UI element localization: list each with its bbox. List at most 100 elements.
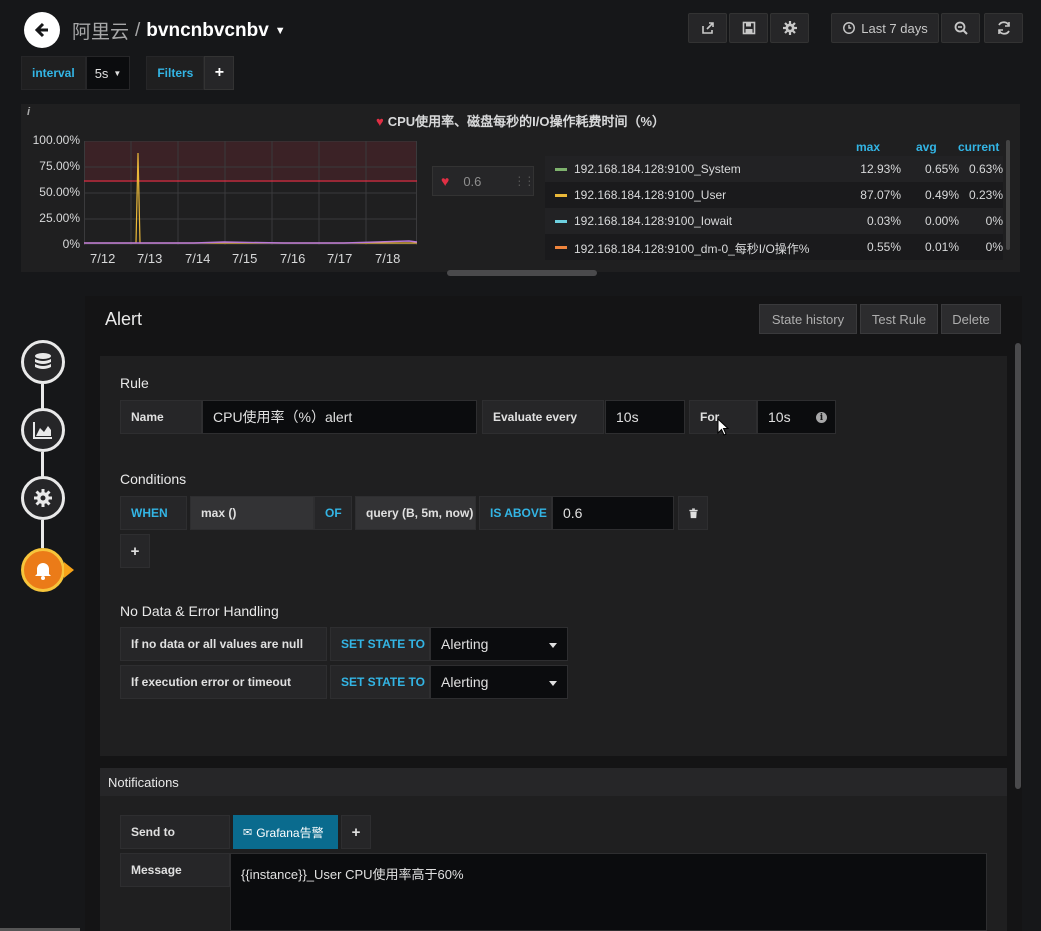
legend-current: 0.23% — [968, 188, 1003, 202]
heart-icon: ♥ — [441, 173, 450, 189]
top-navbar: 阿里云 / bvncnbvcnbv ▼ Last 7 days — [0, 0, 1041, 56]
legend-item[interactable]: 192.168.184.128:9100_System 12.93% 0.65%… — [545, 156, 1003, 182]
legend-swatch — [555, 168, 567, 171]
panel-title-wrap[interactable]: ♥ CPU使用率、磁盘每秒的I/O操作耗费时间（%） — [21, 111, 1020, 130]
legend-name: 192.168.184.128:9100_User — [574, 188, 727, 202]
delete-condition-button[interactable] — [678, 496, 708, 530]
info-icon[interactable]: i — [816, 412, 827, 423]
page-scrollbar[interactable] — [1015, 343, 1021, 789]
graph-panel: i ♥ CPU使用率、磁盘每秒的I/O操作耗费时间（%） 100.00% 75.0… — [21, 104, 1020, 276]
plot-background — [84, 180, 417, 245]
legend-header-current[interactable]: current — [958, 140, 999, 154]
mouse-cursor-icon — [717, 418, 730, 436]
legend-swatch — [555, 246, 567, 249]
save-button[interactable] — [729, 13, 768, 43]
panel-resize-handle[interactable] — [447, 270, 597, 276]
evaluate-every-input[interactable]: 10s — [605, 400, 685, 434]
drag-handle-icon[interactable]: ⋮⋮ — [513, 174, 535, 188]
zoom-out-button[interactable] — [941, 13, 980, 43]
plot-area[interactable] — [84, 140, 418, 245]
evaluator-value-input[interactable]: 0.6 — [552, 496, 674, 530]
legend-table: max avg current 192.168.184.128:9100_Sys… — [545, 138, 1003, 260]
error-state-select[interactable]: Alerting — [430, 665, 568, 699]
breadcrumb-separator: / — [135, 19, 141, 41]
refresh-button[interactable] — [984, 13, 1023, 43]
x-tick: 7/18 — [375, 251, 401, 266]
legend-avg: 0.00% — [924, 214, 959, 228]
alert-heading: Alert — [105, 309, 143, 329]
database-icon — [35, 353, 51, 369]
gear-icon — [782, 21, 797, 35]
legend-header: max avg current — [545, 138, 1003, 156]
alert-rule-card: Rule Name CPU使用率（%）alert Evaluate every … — [100, 356, 1007, 756]
legend-swatch — [555, 220, 567, 223]
for-value: 10s — [768, 409, 791, 425]
notification-channel-tag[interactable]: ✉ Grafana告警 — [233, 815, 338, 849]
time-picker-button[interactable]: Last 7 days — [831, 13, 939, 43]
y-tick: 25.00% — [39, 211, 80, 225]
x-tick: 7/12 — [90, 251, 116, 266]
legend-scrollbar[interactable] — [1006, 140, 1010, 250]
for-input[interactable]: 10s i — [757, 400, 836, 434]
settings-button[interactable] — [770, 13, 809, 43]
share-button[interactable] — [688, 13, 727, 43]
step-queries[interactable] — [21, 340, 65, 384]
share-icon — [701, 22, 714, 34]
add-filter-button[interactable]: + — [204, 56, 235, 90]
alert-name-input[interactable]: CPU使用率（%）alert — [202, 400, 477, 434]
graph-svg — [84, 140, 418, 245]
caret-down-icon[interactable]: ▼ — [275, 25, 286, 37]
legend-item[interactable]: 192.168.184.128:9100_dm-0_每秒I/O操作% 0.55%… — [545, 234, 1003, 260]
legend-item[interactable]: 192.168.184.128:9100_Iowait 0.03% 0.00% … — [545, 208, 1003, 234]
legend-avg: 0.49% — [924, 188, 959, 202]
step-visualization[interactable] — [21, 408, 65, 452]
threshold-handle[interactable]: ♥ 0.6 ⋮⋮ — [432, 166, 535, 196]
interval-label: interval — [21, 56, 86, 90]
add-condition-button[interactable]: + — [120, 534, 150, 568]
area-chart-icon — [33, 422, 52, 439]
x-tick: 7/14 — [185, 251, 211, 266]
legend-header-avg[interactable]: avg — [916, 140, 937, 154]
step-alert[interactable] — [21, 548, 65, 592]
delete-button[interactable]: Delete — [941, 304, 1001, 334]
zoom-out-icon — [954, 21, 968, 35]
legend-avg: 0.01% — [924, 240, 959, 254]
reducer-select[interactable]: max () — [190, 496, 314, 530]
arrow-left-icon — [34, 22, 48, 38]
rule-section-title: Rule — [120, 375, 149, 391]
breadcrumb-folder[interactable]: 阿里云 — [72, 17, 129, 44]
nodata-label: If no data or all values are null — [120, 627, 327, 661]
caret-down-icon — [549, 643, 557, 648]
set-state-keyword: SET STATE TO — [330, 665, 430, 699]
state-history-button[interactable]: State history — [759, 304, 857, 334]
evaluator-select[interactable]: IS ABOVE — [479, 496, 552, 530]
legend-item[interactable]: 192.168.184.128:9100_User 87.07% 0.49% 0… — [545, 182, 1003, 208]
evaluate-every-label: Evaluate every — [482, 400, 604, 434]
clock-icon — [843, 22, 856, 34]
of-keyword: OF — [314, 496, 352, 530]
message-textarea[interactable]: {{instance}}_User CPU使用率高于60% — [230, 853, 987, 931]
legend-name: 192.168.184.128:9100_Iowait — [574, 214, 733, 228]
cog-wrench-icon — [34, 489, 52, 507]
nodata-state-select[interactable]: Alerting — [430, 627, 568, 661]
step-general[interactable] — [21, 476, 65, 520]
query-select[interactable]: query (B, 5m, now) — [355, 496, 476, 530]
back-button[interactable] — [24, 12, 60, 48]
when-keyword: WHEN — [120, 496, 187, 530]
dashboard-title[interactable]: bvncnbvcnbv — [146, 20, 268, 42]
legend-swatch — [555, 194, 567, 197]
conditions-section-title: Conditions — [120, 471, 187, 487]
interval-value: 5s — [94, 65, 109, 81]
legend-current: 0.63% — [968, 162, 1003, 176]
nodata-section-title: No Data & Error Handling — [120, 603, 279, 619]
x-tick: 7/13 — [137, 251, 163, 266]
y-tick: 50.00% — [39, 185, 80, 199]
caret-down-icon — [549, 681, 557, 686]
add-notification-button[interactable]: + — [341, 815, 371, 849]
interval-select[interactable]: 5s ▼ — [85, 56, 131, 90]
legend-rows: 192.168.184.128:9100_System 12.93% 0.65%… — [545, 156, 1003, 260]
test-rule-button[interactable]: Test Rule — [860, 304, 938, 334]
legend-header-max[interactable]: max — [856, 140, 880, 154]
legend-name: 192.168.184.128:9100_dm-0_每秒I/O操作% — [574, 242, 810, 256]
breadcrumb: 阿里云 / bvncnbvcnbv ▼ — [72, 17, 286, 44]
